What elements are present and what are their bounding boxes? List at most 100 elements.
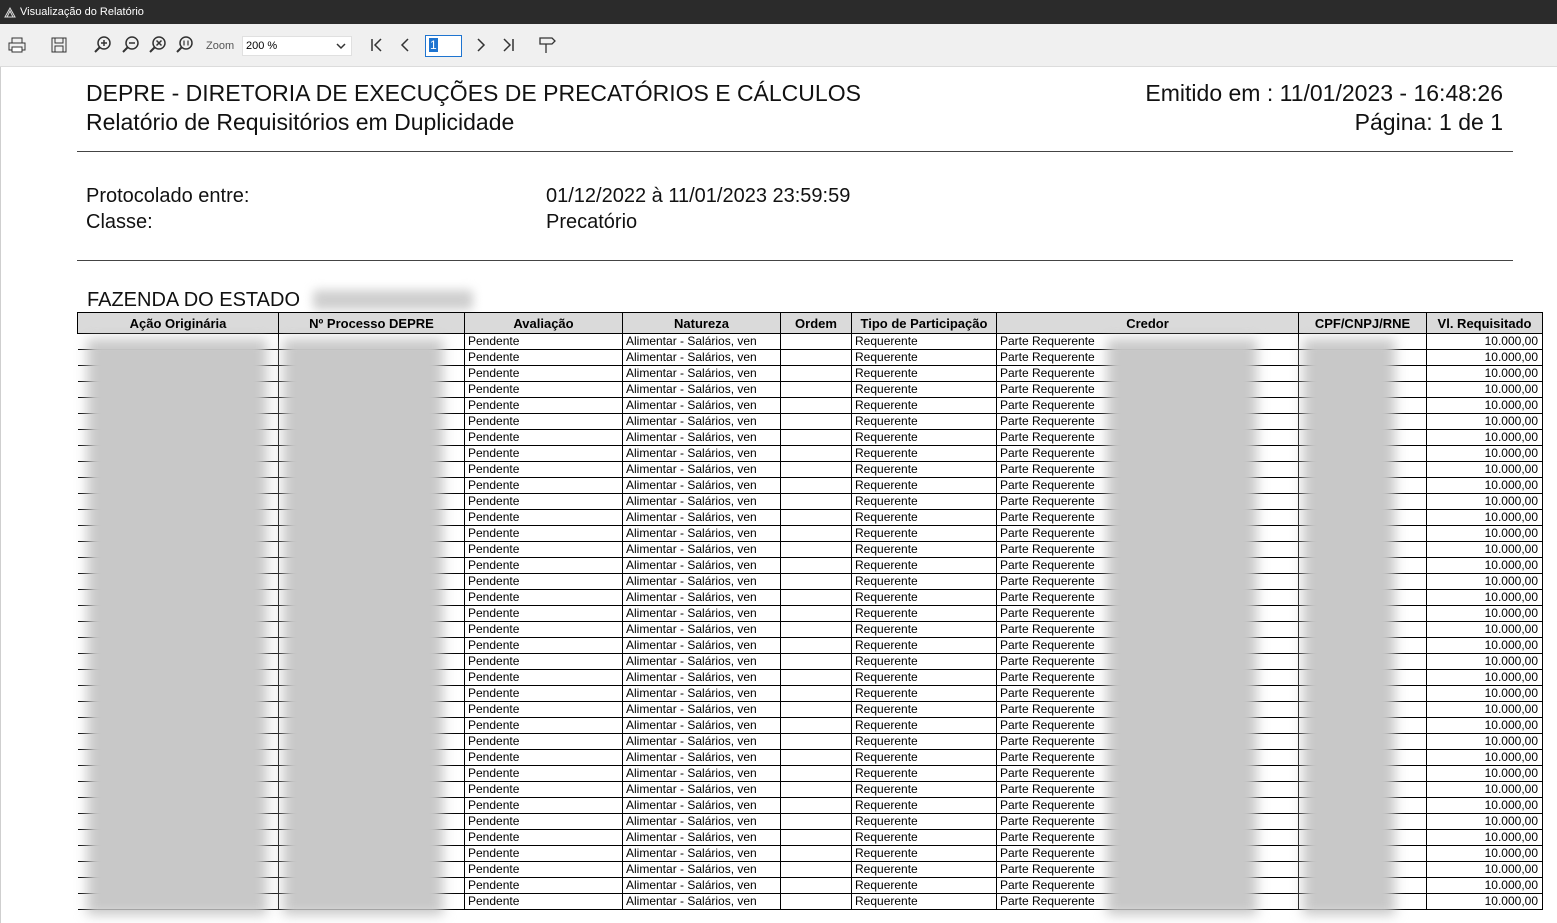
- cell-ordem: [780, 509, 852, 526]
- cell-avaliacao: Pendente: [464, 397, 623, 414]
- cell-ordem: [780, 589, 852, 606]
- cell-natureza: Alimentar - Salários, ven: [622, 829, 781, 846]
- cell-tipo-participacao: Requerente: [851, 541, 997, 558]
- cell-tipo-participacao: Requerente: [851, 333, 997, 350]
- cell-valor-requisitado: 10.000,00: [1426, 557, 1543, 574]
- cell-valor-requisitado: 10.000,00: [1426, 349, 1543, 366]
- zoom-actual-size-button[interactable]: [174, 34, 196, 56]
- column-header: Ação Originária: [77, 312, 279, 334]
- first-page-button[interactable]: [366, 34, 388, 56]
- cell-valor-requisitado: 10.000,00: [1426, 381, 1543, 398]
- cell-natureza: Alimentar - Salários, ven: [622, 429, 781, 446]
- zoom-in-button[interactable]: [92, 34, 114, 56]
- cell-ordem: [780, 765, 852, 782]
- cell-natureza: Alimentar - Salários, ven: [622, 749, 781, 766]
- report-page-info: Página: 1 de 1: [1354, 109, 1503, 135]
- cell-ordem: [780, 813, 852, 830]
- cell-ordem: [780, 877, 852, 894]
- cell-tipo-participacao: Requerente: [851, 525, 997, 542]
- last-page-icon: [503, 38, 514, 52]
- cell-natureza: Alimentar - Salários, ven: [622, 557, 781, 574]
- cell-valor-requisitado: 10.000,00: [1426, 461, 1543, 478]
- cell-valor-requisitado: 10.000,00: [1426, 605, 1543, 622]
- cell-tipo-participacao: Requerente: [851, 493, 997, 510]
- cell-natureza: Alimentar - Salários, ven: [622, 397, 781, 414]
- class-label: Classe:: [86, 211, 153, 233]
- column-header: CPF/CNPJ/RNE: [1298, 312, 1427, 334]
- cell-valor-requisitado: 10.000,00: [1426, 893, 1543, 910]
- cell-avaliacao: Pendente: [464, 669, 623, 686]
- cell-ordem: [780, 557, 852, 574]
- cell-ordem: [780, 445, 852, 462]
- cell-valor-requisitado: 10.000,00: [1426, 509, 1543, 526]
- cell-avaliacao: Pendente: [464, 573, 623, 590]
- page-number-input[interactable]: 1: [425, 35, 462, 57]
- cell-valor-requisitado: 10.000,00: [1426, 797, 1543, 814]
- cell-natureza: Alimentar - Salários, ven: [622, 365, 781, 382]
- cell-ordem: [780, 845, 852, 862]
- cell-natureza: Alimentar - Salários, ven: [622, 493, 781, 510]
- cell-ordem: [780, 637, 852, 654]
- save-button[interactable]: [48, 34, 70, 56]
- cell-avaliacao: Pendente: [464, 333, 623, 350]
- signpost-icon: [539, 37, 556, 53]
- cell-ordem: [780, 573, 852, 590]
- cell-valor-requisitado: 10.000,00: [1426, 733, 1543, 750]
- column-header: Tipo de Participação: [851, 312, 997, 334]
- cell-tipo-participacao: Requerente: [851, 861, 997, 878]
- section-title: FAZENDA DO ESTADO: [87, 289, 300, 312]
- cell-ordem: [780, 429, 852, 446]
- cell-tipo-participacao: Requerente: [851, 637, 997, 654]
- cell-natureza: Alimentar - Salários, ven: [622, 861, 781, 878]
- cell-valor-requisitado: 10.000,00: [1426, 429, 1543, 446]
- cell-avaliacao: Pendente: [464, 893, 623, 910]
- zoom-fit-button[interactable]: [147, 34, 169, 56]
- cell-avaliacao: Pendente: [464, 861, 623, 878]
- cell-tipo-participacao: Requerente: [851, 573, 997, 590]
- cell-avaliacao: Pendente: [464, 557, 623, 574]
- cell-tipo-participacao: Requerente: [851, 701, 997, 718]
- cell-ordem: [780, 749, 852, 766]
- previous-page-button[interactable]: [394, 34, 416, 56]
- cell-avaliacao: Pendente: [464, 717, 623, 734]
- column-header: Avaliação: [464, 312, 623, 334]
- cell-tipo-participacao: Requerente: [851, 445, 997, 462]
- cell-avaliacao: Pendente: [464, 605, 623, 622]
- cell-valor-requisitado: 10.000,00: [1426, 477, 1543, 494]
- next-page-button[interactable]: [470, 34, 492, 56]
- cell-valor-requisitado: 10.000,00: [1426, 781, 1543, 798]
- cell-ordem: [780, 701, 852, 718]
- cell-tipo-participacao: Requerente: [851, 653, 997, 670]
- previous-page-icon: [400, 38, 409, 52]
- cell-natureza: Alimentar - Salários, ven: [622, 669, 781, 686]
- zoom-out-button[interactable]: [120, 34, 142, 56]
- print-button[interactable]: [6, 34, 28, 56]
- zoom-value: 200 %: [246, 40, 278, 52]
- cell-valor-requisitado: 10.000,00: [1426, 413, 1543, 430]
- cell-avaliacao: Pendente: [464, 749, 623, 766]
- cell-tipo-participacao: Requerente: [851, 781, 997, 798]
- report-page: DEPRE - DIRETORIA DE EXECUÇÕES DE PRECAT…: [0, 67, 1557, 923]
- cell-valor-requisitado: 10.000,00: [1426, 861, 1543, 878]
- cell-natureza: Alimentar - Salários, ven: [622, 877, 781, 894]
- cell-tipo-participacao: Requerente: [851, 733, 997, 750]
- cell-natureza: Alimentar - Salários, ven: [622, 605, 781, 622]
- cell-valor-requisitado: 10.000,00: [1426, 445, 1543, 462]
- toolbar: Zoom 200 % 1: [0, 24, 1557, 67]
- zoom-select[interactable]: 200 %: [242, 36, 352, 56]
- cell-tipo-participacao: Requerente: [851, 797, 997, 814]
- last-page-button[interactable]: [497, 34, 519, 56]
- cell-ordem: [780, 829, 852, 846]
- cell-natureza: Alimentar - Salários, ven: [622, 765, 781, 782]
- goto-page-button[interactable]: [536, 34, 558, 56]
- cell-natureza: Alimentar - Salários, ven: [622, 445, 781, 462]
- header-divider: [77, 151, 1513, 152]
- cell-tipo-participacao: Requerente: [851, 605, 997, 622]
- cell-ordem: [780, 733, 852, 750]
- cell-valor-requisitado: 10.000,00: [1426, 669, 1543, 686]
- cell-valor-requisitado: 10.000,00: [1426, 813, 1543, 830]
- cell-valor-requisitado: 10.000,00: [1426, 621, 1543, 638]
- cell-valor-requisitado: 10.000,00: [1426, 829, 1543, 846]
- first-page-icon: [371, 38, 382, 52]
- cell-tipo-participacao: Requerente: [851, 365, 997, 382]
